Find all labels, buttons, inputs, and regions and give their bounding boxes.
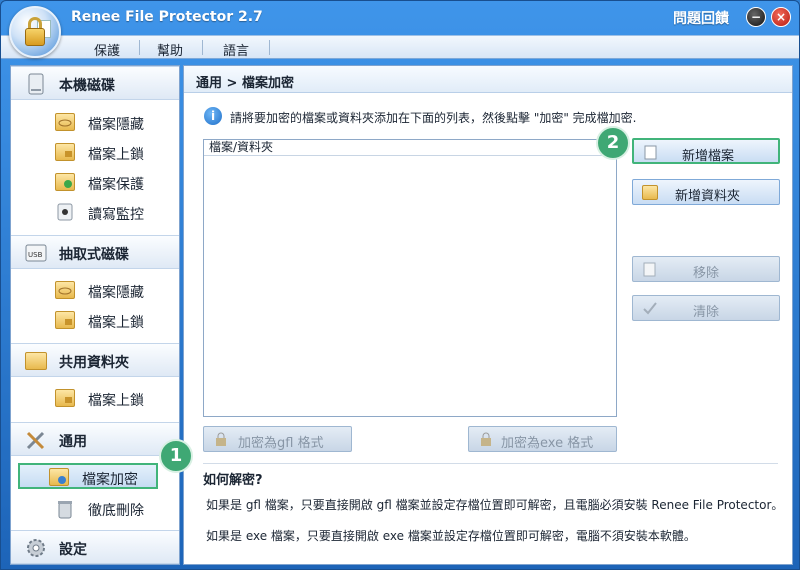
- section-label: 本機磁碟: [59, 78, 115, 94]
- menu-help[interactable]: 幫助: [157, 40, 183, 59]
- sidebar-item-label: 檔案上鎖: [88, 393, 144, 409]
- close-button[interactable]: ×: [771, 7, 791, 27]
- encrypt-exe-label: 加密為exe 格式: [501, 436, 594, 451]
- sidebar-item-file-hide[interactable]: 檔案隱藏: [11, 108, 179, 136]
- divider: [203, 463, 778, 464]
- usb-drive-icon: USB: [25, 242, 47, 264]
- remove-label: 移除: [693, 266, 720, 281]
- menu-divider: [139, 40, 140, 55]
- sidebar-section-settings[interactable]: 設定: [11, 530, 179, 564]
- folder-lock-icon: [55, 143, 75, 161]
- clear-button[interactable]: 清除: [632, 295, 780, 321]
- sidebar-item-label: 檔案隱藏: [88, 285, 144, 301]
- menu-divider: [202, 40, 203, 55]
- file-list-column-header[interactable]: 檔案/資料夾: [204, 140, 616, 156]
- section-label: 共用資料夾: [59, 355, 129, 371]
- sidebar-section-general[interactable]: 通用: [11, 422, 179, 456]
- lock-icon: [213, 432, 229, 447]
- menu-language[interactable]: 語言: [223, 40, 249, 59]
- section-label: 設定: [59, 542, 87, 558]
- step-badge-2: 2: [596, 126, 630, 160]
- instruction-text: 請將要加密的檔案或資料夾添加在下面的列表，然後點擊 "加密" 完成檔加密.: [230, 111, 637, 125]
- menu-protect[interactable]: 保護: [94, 40, 120, 59]
- step-badge-1: 1: [159, 439, 193, 473]
- hard-disk-icon: [25, 73, 47, 95]
- folder-hide-icon: [55, 113, 75, 131]
- main-content: 通用 > 檔案加密 i 請將要加密的檔案或資料夾添加在下面的列表，然後點擊 "加…: [183, 65, 793, 565]
- clear-label: 清除: [693, 305, 720, 320]
- file-list[interactable]: 檔案/資料夾: [203, 139, 617, 417]
- sidebar-item-label: 檔案上鎖: [88, 315, 144, 331]
- sidebar-item-usb-file-lock[interactable]: 檔案上鎖: [11, 306, 179, 334]
- sidebar-item-label: 檔案隱藏: [88, 117, 144, 133]
- folder-lock-icon: [55, 311, 75, 329]
- file-lock-logo-icon: [9, 6, 61, 58]
- decrypt-exe-text: 如果是 exe 檔案，只要直接開啟 exe 檔案並設定存檔位置即可解密，電腦不須…: [206, 529, 696, 543]
- decrypt-gfl-text: 如果是 gfl 檔案，只要直接開啟 gfl 檔案並設定存檔位置即可解密，且電腦必…: [206, 498, 784, 512]
- sidebar-section-shared-folder[interactable]: 共用資料夾: [11, 343, 179, 377]
- checkmark-icon: [642, 301, 658, 316]
- sidebar-item-label: 檔案加密: [82, 472, 138, 488]
- title-bar[interactable]: Renee File Protector 2.7 問題回饋 − ×: [1, 1, 799, 35]
- svg-text:USB: USB: [28, 251, 43, 259]
- add-folder-label: 新增資料夾: [675, 189, 741, 204]
- sidebar-section-removable-disk[interactable]: USB 抽取式磁碟: [11, 235, 179, 269]
- sidebar-item-file-encrypt[interactable]: 檔案加密: [18, 463, 158, 489]
- sidebar-item-shared-file-lock[interactable]: 檔案上鎖: [11, 384, 179, 412]
- folder-encrypt-icon: [49, 468, 69, 486]
- remove-button[interactable]: 移除: [632, 256, 780, 282]
- sidebar: 本機磁碟 檔案隱藏 檔案上鎖 檔案保護 讀寫監控 USB 抽取式磁碟 檔案隱藏: [10, 65, 180, 565]
- menu-bar: 保護 幫助 語言: [1, 35, 799, 59]
- folder-hide-icon: [55, 281, 75, 299]
- tools-icon: [25, 429, 47, 451]
- how-to-decrypt-title: 如何解密?: [203, 473, 263, 488]
- app-title: Renee File Protector 2.7: [71, 9, 263, 25]
- sidebar-item-label: 讀寫監控: [88, 207, 144, 223]
- sidebar-item-label: 徹底刪除: [88, 503, 144, 519]
- add-folder-button[interactable]: 新增資料夾: [632, 179, 780, 205]
- disk-monitor-icon: [55, 203, 75, 221]
- section-label: 抽取式磁碟: [59, 247, 129, 263]
- encrypt-gfl-button[interactable]: 加密為gfl 格式: [203, 426, 352, 452]
- trash-icon: [55, 499, 75, 519]
- add-file-icon: [643, 145, 659, 160]
- add-file-label: 新增檔案: [682, 149, 735, 164]
- add-file-button[interactable]: 新增檔案: [632, 138, 780, 164]
- sidebar-item-file-lock[interactable]: 檔案上鎖: [11, 138, 179, 166]
- menu-divider: [269, 40, 270, 55]
- encrypt-exe-button[interactable]: 加密為exe 格式: [468, 426, 617, 452]
- remove-file-icon: [642, 262, 658, 277]
- minimize-button[interactable]: −: [746, 7, 766, 27]
- breadcrumb: 通用 > 檔案加密: [196, 76, 294, 91]
- sidebar-section-local-disk[interactable]: 本機磁碟: [11, 66, 179, 100]
- folder-lock-icon: [55, 389, 75, 407]
- feedback-link[interactable]: 問題回饋: [673, 8, 729, 28]
- sidebar-item-label: 檔案保護: [88, 177, 144, 193]
- encrypt-gfl-label: 加密為gfl 格式: [238, 436, 324, 451]
- sidebar-item-usb-file-hide[interactable]: 檔案隱藏: [11, 276, 179, 304]
- sidebar-item-shred[interactable]: 徹底刪除: [11, 494, 179, 522]
- gear-icon: [25, 537, 47, 559]
- sidebar-item-label: 檔案上鎖: [88, 147, 144, 163]
- lock-icon: [478, 432, 494, 447]
- section-label: 通用: [59, 434, 87, 450]
- breadcrumb-bar: 通用 > 檔案加密: [184, 66, 792, 93]
- shared-folder-icon: [25, 352, 47, 370]
- sidebar-item-disk-monitor[interactable]: 讀寫監控: [11, 198, 179, 226]
- info-icon: i: [204, 107, 222, 125]
- add-folder-icon: [642, 185, 658, 200]
- sidebar-item-file-protect[interactable]: 檔案保護: [11, 168, 179, 196]
- app-window: Renee File Protector 2.7 問題回饋 − × 保護 幫助 …: [0, 0, 800, 570]
- folder-protect-icon: [55, 173, 75, 191]
